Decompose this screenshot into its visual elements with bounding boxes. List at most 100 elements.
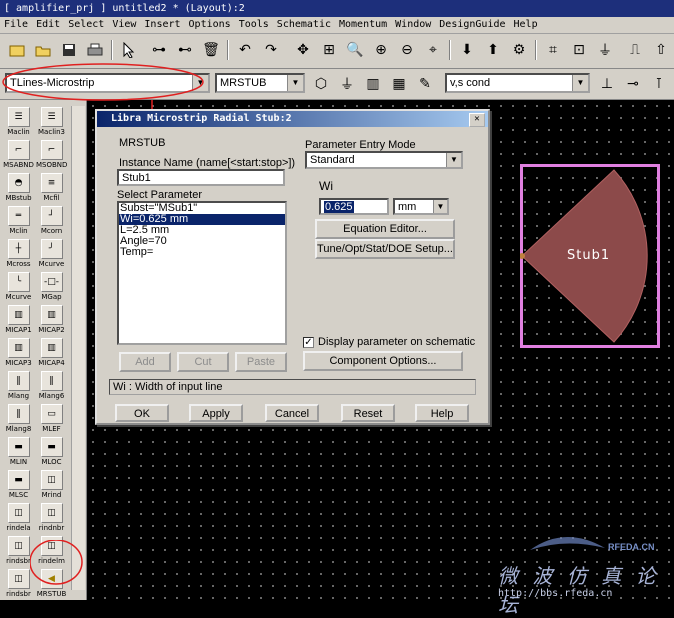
layer-visibility-icon[interactable]: ⊥ xyxy=(596,72,618,96)
palette-item[interactable]: ⌐ MSOBND xyxy=(36,139,67,172)
insert-pin-icon[interactable]: ⊷ xyxy=(174,38,196,62)
zoom-area-icon[interactable]: ⌖ xyxy=(422,38,444,62)
layer-cross-icon[interactable]: ⊺ xyxy=(648,72,670,96)
menu-edit[interactable]: Edit xyxy=(32,17,64,33)
list-item[interactable]: Temp= xyxy=(119,247,285,258)
menu-select[interactable]: Select xyxy=(64,17,108,33)
palette-item[interactable]: ▥ MICAP3 xyxy=(3,337,34,370)
array-icon[interactable]: ▦ xyxy=(388,72,410,96)
chevron-down-icon[interactable]: ▼ xyxy=(446,153,461,167)
paste-button[interactable]: Paste xyxy=(235,352,287,372)
menu-window[interactable]: Window xyxy=(391,17,435,33)
palette-item[interactable]: -□- MGap xyxy=(36,271,67,304)
palette-item[interactable]: ▥ MICAP1 xyxy=(3,304,34,337)
chevron-down-icon[interactable]: ▼ xyxy=(287,75,303,91)
palette-scrollbar[interactable] xyxy=(71,106,85,590)
palette-item[interactable]: ▬ MLIN xyxy=(3,436,34,469)
window-title: [ amplifier_prj ] untitled2 * (Layout):2 xyxy=(4,3,245,14)
chevron-down-icon[interactable]: ▼ xyxy=(572,75,588,91)
palette-item[interactable]: ‖ Mlang8 xyxy=(3,403,34,436)
palette-item[interactable]: ⌐ MSABND xyxy=(3,139,34,172)
save-icon[interactable] xyxy=(58,38,80,62)
palette-item[interactable]: ‖ Mlang6 xyxy=(36,370,67,403)
select-arrow-icon[interactable] xyxy=(118,38,140,62)
entry-mode-value: Standard xyxy=(310,154,355,166)
move-icon[interactable]: ✥ xyxy=(292,38,314,62)
pop-out-icon[interactable]: ⬆ xyxy=(482,38,504,62)
menu-insert[interactable]: Insert xyxy=(140,17,184,33)
ok-button[interactable]: OK xyxy=(115,404,169,422)
zoom-out-icon[interactable]: ⊖ xyxy=(396,38,418,62)
add-button[interactable]: Add xyxy=(119,352,171,372)
step-icon[interactable]: ⎍ xyxy=(624,38,646,62)
palette-item[interactable]: ◓ MBstub xyxy=(3,172,34,205)
palette-item[interactable]: ╯ Mcurve xyxy=(36,238,67,271)
palette-item[interactable]: ▬ MLSC xyxy=(3,469,34,502)
palette-item[interactable]: ▥ MICAP4 xyxy=(36,337,67,370)
ground-symbol-icon[interactable]: ⏚ xyxy=(336,72,358,96)
equation-editor-button[interactable]: Equation Editor... xyxy=(315,219,455,239)
palette-item[interactable]: ▭ MLEF xyxy=(36,403,67,436)
parameter-value-input[interactable]: 0.625 xyxy=(319,198,389,215)
cut-button[interactable]: Cut xyxy=(177,352,229,372)
apply-button[interactable]: Apply xyxy=(189,404,243,422)
menu-file[interactable]: File xyxy=(0,17,32,33)
entry-mode-select[interactable]: Standard ▼ xyxy=(305,151,463,169)
wire-connect-icon[interactable]: ⊸ xyxy=(622,72,644,96)
help-button[interactable]: Help xyxy=(415,404,469,422)
palette-item[interactable]: ◫ rindela xyxy=(3,502,34,535)
palette-item[interactable]: ┘ Mcorn xyxy=(36,205,67,238)
insert-wire-icon[interactable]: ⊶ xyxy=(148,38,170,62)
palette-item[interactable]: ≡ Mcfil xyxy=(36,172,67,205)
up-arrow-icon[interactable]: ⇧ xyxy=(650,38,672,62)
chevron-down-icon[interactable]: ▼ xyxy=(433,200,447,213)
close-icon[interactable]: ✕ xyxy=(469,113,485,127)
pencil-icon[interactable]: ✎ xyxy=(414,72,436,96)
port-icon[interactable]: ⊡ xyxy=(568,38,590,62)
push-into-icon[interactable]: ⬇ xyxy=(456,38,478,62)
menu-schematic[interactable]: Schematic xyxy=(273,17,335,33)
zoom-in-icon[interactable]: ⊕ xyxy=(370,38,392,62)
palette-item[interactable]: ▬ MLOC xyxy=(36,436,67,469)
palette-item[interactable]: ▥ MICAP2 xyxy=(36,304,67,337)
new-icon[interactable] xyxy=(6,38,28,62)
delete-icon[interactable]: 🗑 xyxy=(200,38,222,62)
menu-designguide[interactable]: DesignGuide xyxy=(435,17,509,33)
layer-select[interactable]: v,s cond ▼ xyxy=(445,73,590,93)
palette-item[interactable]: ◫ Mrind xyxy=(36,469,67,502)
palette-item[interactable]: ═ Mclin xyxy=(3,205,34,238)
unit-select[interactable]: mm ▼ xyxy=(393,198,449,215)
palette-item[interactable]: ‖ Mlang xyxy=(3,370,34,403)
rindsbr-icon: ◫ xyxy=(7,536,30,556)
micap3-icon: ▥ xyxy=(7,338,30,358)
instance-name-input[interactable]: Stub1 xyxy=(117,169,285,186)
open-folder-icon[interactable] xyxy=(32,38,54,62)
print-icon[interactable] xyxy=(84,38,106,62)
ground-icon[interactable]: ⏚ xyxy=(594,38,616,62)
palette-item[interactable]: ◫ rindnbr xyxy=(36,502,67,535)
menu-tools[interactable]: Tools xyxy=(235,17,273,33)
menu-momentum[interactable]: Momentum xyxy=(335,17,391,33)
component-options-button[interactable]: Component Options... xyxy=(303,351,463,371)
menu-view[interactable]: View xyxy=(108,17,140,33)
parameter-list[interactable]: Subst="MSub1" Wi=0.625 mm L=2.5 mm Angle… xyxy=(117,201,287,345)
palette-item[interactable]: ╰ Mcurve xyxy=(3,271,34,304)
redo-icon[interactable]: ↷ xyxy=(260,38,282,62)
mlang-icon: ‖ xyxy=(7,371,30,391)
menu-options[interactable]: Options xyxy=(185,17,235,33)
zoom-fit-icon[interactable]: ⊞ xyxy=(318,38,340,62)
simulate-icon[interactable]: ⚙ xyxy=(508,38,530,62)
component-select[interactable]: MRSTUB ▼ xyxy=(215,73,305,93)
reset-button[interactable]: Reset xyxy=(341,404,395,422)
zoom-icon[interactable]: 🔍 xyxy=(344,38,366,62)
tune-setup-button[interactable]: Tune/Opt/Stat/DOE Setup... xyxy=(315,239,455,259)
snap-icon[interactable]: ⌗ xyxy=(542,38,564,62)
hexagon-icon[interactable]: ⬡ xyxy=(310,72,332,96)
cancel-button[interactable]: Cancel xyxy=(265,404,319,422)
watermark-wing-logo xyxy=(530,536,605,550)
palette-item[interactable]: ┼ Mcross xyxy=(3,238,34,271)
display-param-checkbox[interactable]: ✓ xyxy=(303,337,314,348)
menu-help[interactable]: Help xyxy=(510,17,542,33)
undo-icon[interactable]: ↶ xyxy=(234,38,256,62)
meter-icon[interactable]: ▥ xyxy=(362,72,384,96)
